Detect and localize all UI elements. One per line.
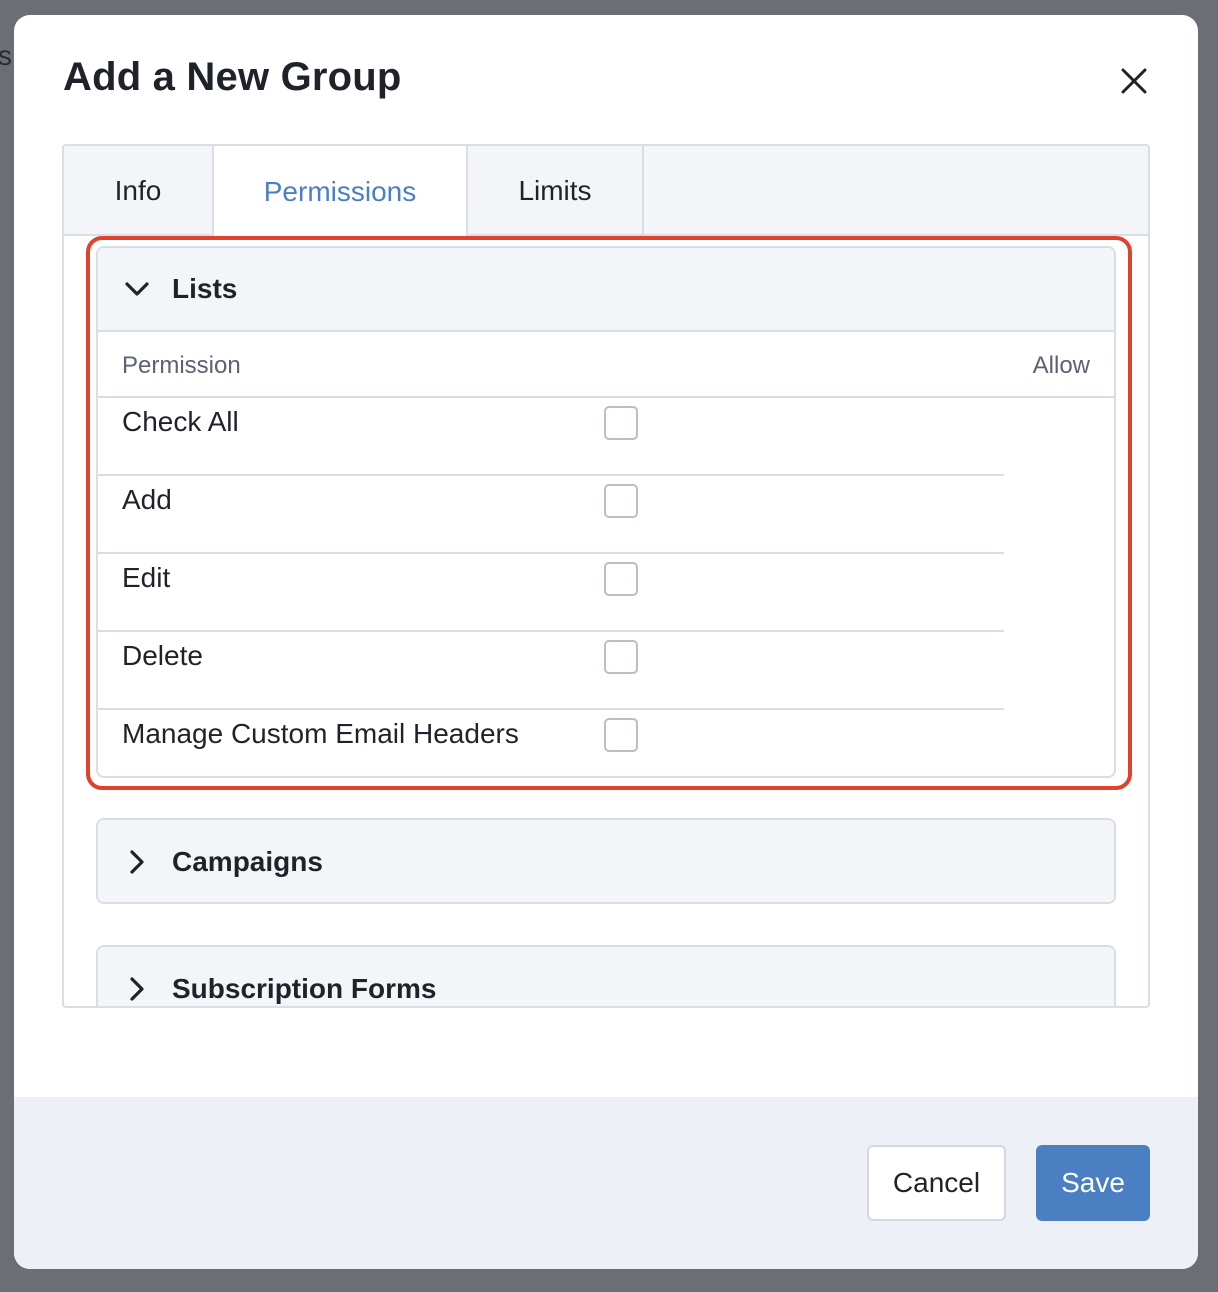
permission-row-edit: Edit — [98, 554, 1114, 632]
permission-row-delete: Delete — [98, 632, 1114, 710]
column-allow: Allow — [1032, 352, 1090, 379]
chevron-right-icon — [124, 849, 150, 875]
section-campaigns-title: Campaigns — [172, 846, 323, 877]
save-button[interactable]: Save — [1036, 1145, 1150, 1221]
permission-label: Delete — [122, 640, 203, 671]
section-subscription-forms-header[interactable]: Subscription Forms — [98, 947, 1114, 1006]
add-group-modal: Add a New Group Info Permissions Limits … — [14, 15, 1198, 1269]
permission-row-check-all: Check All — [98, 398, 1114, 476]
cancel-button[interactable]: Cancel — [867, 1145, 1006, 1221]
close-icon — [1121, 68, 1147, 94]
permission-row-manage-custom-email-headers: Manage Custom Email Headers — [98, 710, 1114, 776]
column-permission: Permission — [122, 352, 241, 379]
section-lists-title: Lists — [172, 273, 238, 304]
add-checkbox[interactable] — [604, 484, 638, 518]
tab-bar: Info Permissions Limits — [64, 146, 1148, 238]
section-campaigns: Campaigns — [96, 818, 1116, 904]
tab-limits[interactable]: Limits — [468, 146, 644, 236]
section-lists: Lists Permission Allow Check All Add Edi… — [96, 246, 1116, 778]
delete-checkbox[interactable] — [604, 640, 638, 674]
backdrop-partial-text: s — [0, 40, 12, 71]
permission-label: Manage Custom Email Headers — [122, 718, 519, 749]
section-lists-header[interactable]: Lists — [98, 248, 1114, 332]
permission-label: Edit — [122, 562, 171, 593]
close-button[interactable] — [1114, 61, 1154, 101]
permissions-table-header: Permission Allow — [98, 332, 1114, 398]
section-campaigns-header[interactable]: Campaigns — [98, 820, 1114, 902]
tabs-panel: Info Permissions Limits Lists Permission… — [62, 144, 1150, 1008]
tab-permissions[interactable]: Permissions — [214, 146, 468, 238]
section-subscription-forms-title: Subscription Forms — [172, 973, 437, 1004]
permission-row-add: Add — [98, 476, 1114, 554]
manage-custom-email-headers-checkbox[interactable] — [604, 718, 638, 752]
modal-title: Add a New Group — [63, 55, 402, 99]
tab-info[interactable]: Info — [64, 146, 214, 236]
permission-label: Add — [122, 484, 172, 515]
section-subscription-forms: Subscription Forms — [96, 945, 1116, 1006]
chevron-right-icon — [124, 976, 150, 1002]
permission-label: Check All — [122, 406, 239, 437]
check-all-checkbox[interactable] — [604, 406, 638, 440]
modal-footer: Cancel Save — [14, 1097, 1198, 1269]
edit-checkbox[interactable] — [604, 562, 638, 596]
chevron-down-icon — [124, 276, 150, 302]
